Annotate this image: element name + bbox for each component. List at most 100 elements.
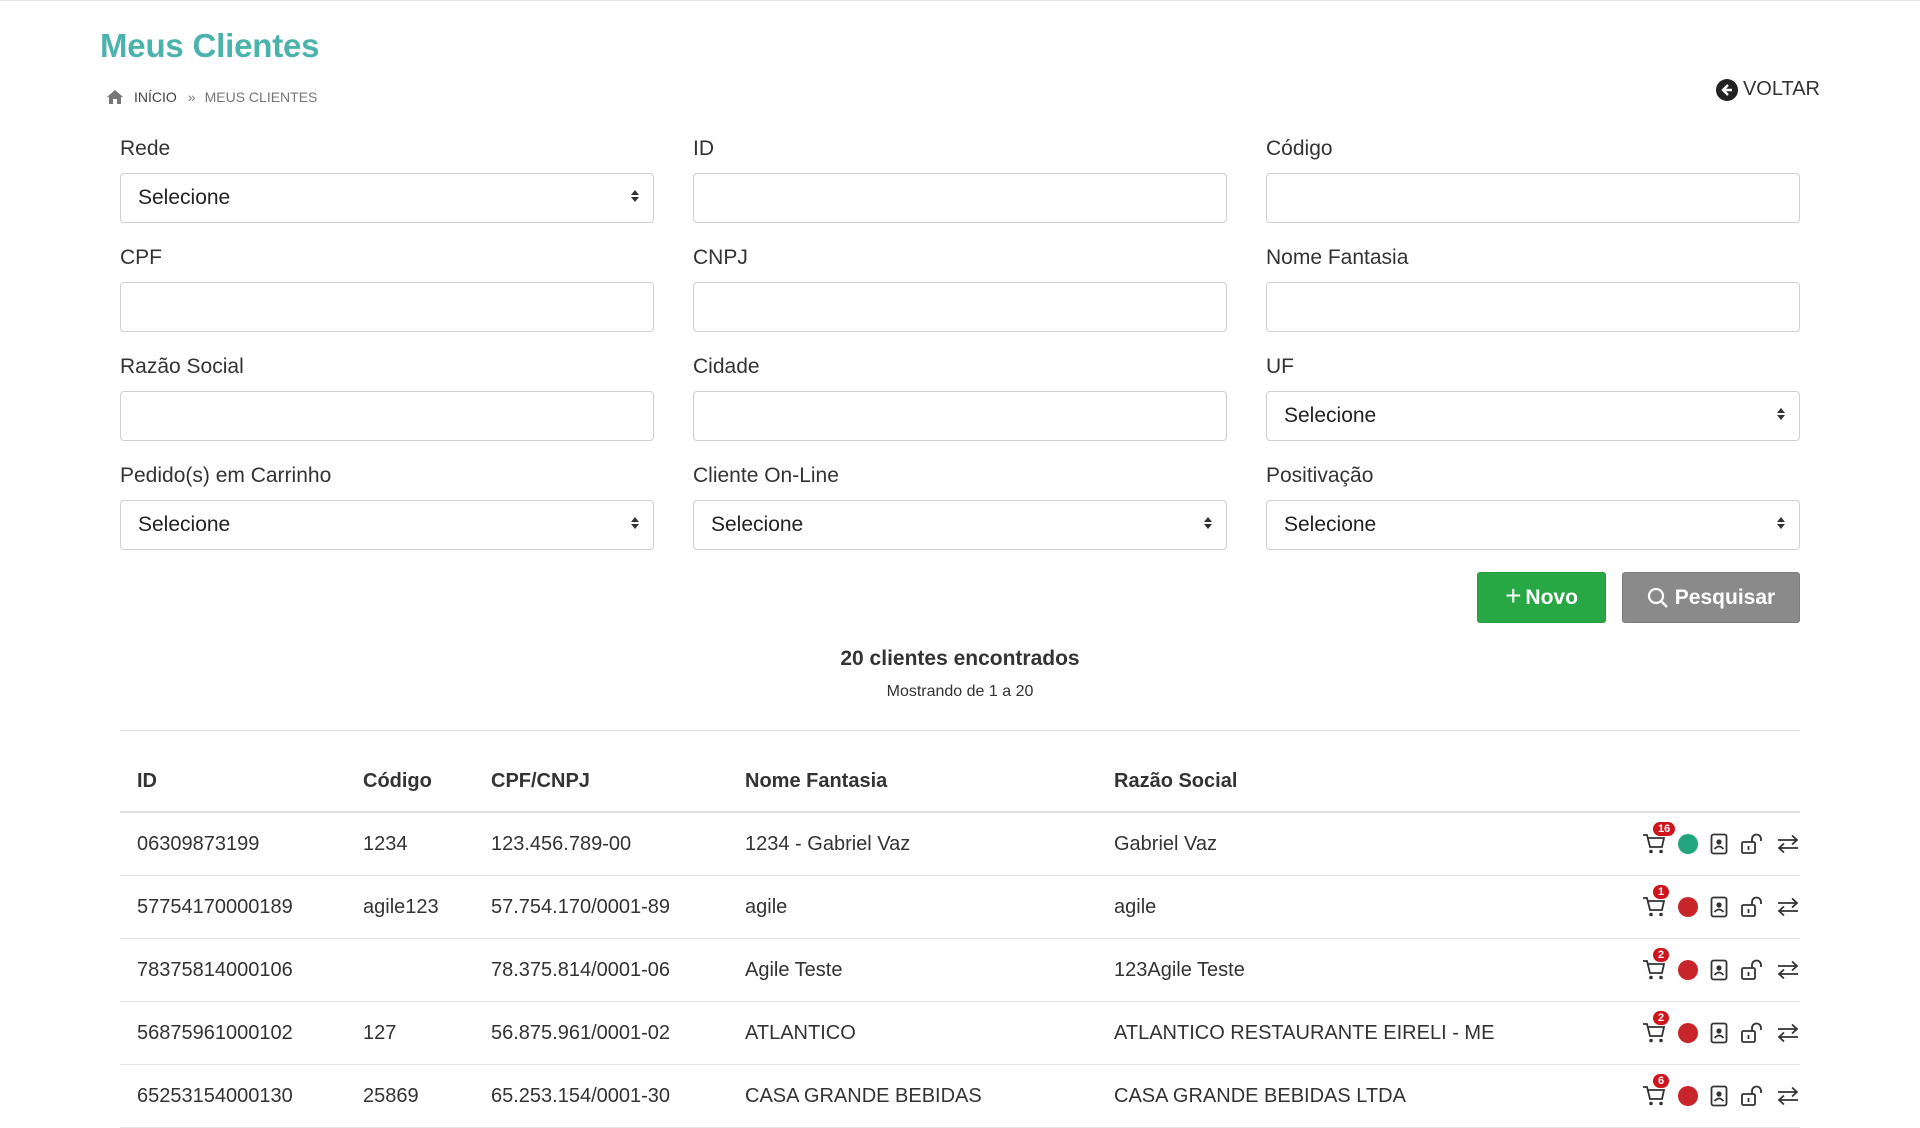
filter-cnpj: CNPJ (693, 247, 1227, 356)
row-actions: 2 (1570, 1011, 1800, 1044)
cpf-input[interactable] (120, 282, 654, 332)
filter-nome-fantasia: Nome Fantasia (1266, 247, 1800, 356)
unlock-icon[interactable] (1740, 959, 1764, 981)
pedidos-carrinho-select[interactable]: Selecione (120, 500, 654, 550)
cell-id: 78375814000106 (120, 938, 346, 1002)
unlock-icon[interactable] (1740, 896, 1764, 918)
cell-nome-fantasia: ATLANTICO (728, 1001, 1097, 1065)
online-status-dot (1678, 1023, 1698, 1043)
codigo-input[interactable] (1266, 173, 1800, 223)
cell-codigo: agile123 (346, 875, 474, 939)
cidade-label: Cidade (693, 355, 760, 378)
cliente-online-label: Cliente On-Line (693, 464, 839, 487)
cliente-online-select[interactable]: Selecione (693, 500, 1227, 550)
cart-count-badge: 1 (1653, 885, 1670, 899)
page-title: Meus Clientes (100, 27, 320, 64)
new-client-button[interactable]: + Novo (1477, 572, 1606, 623)
transfer-arrows-icon[interactable] (1776, 1023, 1800, 1043)
cell-id: 57754170000189 (120, 875, 346, 939)
uf-label: UF (1266, 355, 1294, 378)
rede-select[interactable]: Selecione (120, 173, 654, 223)
codigo-label: Código (1266, 137, 1333, 160)
unlock-icon[interactable] (1740, 1022, 1764, 1044)
cnpj-input[interactable] (693, 282, 1227, 332)
contact-card-icon[interactable] (1710, 1085, 1728, 1107)
contact-card-icon[interactable] (1710, 959, 1728, 981)
search-icon (1647, 587, 1668, 608)
cell-nome-fantasia: CASA GRANDE BEBIDAS (728, 1064, 1097, 1128)
uf-select[interactable]: Selecione (1266, 391, 1800, 441)
filter-positivacao: Positivação Selecione (1266, 465, 1800, 574)
column-header-id[interactable]: ID (120, 751, 346, 813)
cell-cpf-cnpj: 56.875.961/0001-02 (474, 1001, 728, 1065)
cart-icon[interactable]: 16 (1642, 822, 1676, 855)
cell-actions: 1 (1553, 875, 1800, 939)
table-row[interactable]: 78375814000106 78.375.814/0001-06 Agile … (120, 938, 1800, 1002)
cell-codigo: 127 (346, 1001, 474, 1065)
arrow-left-circle-icon (1715, 78, 1738, 101)
cart-count-badge: 2 (1653, 948, 1670, 962)
clients-table: ID Código CPF/CNPJ Nome Fantasia Razão S… (120, 751, 1800, 1128)
cart-icon[interactable]: 1 (1642, 885, 1670, 918)
cell-razao-social: Gabriel Vaz (1097, 812, 1553, 876)
cidade-input[interactable] (693, 391, 1227, 441)
filter-form: Rede Selecione ID Código CPF CNPJ Nome F… (120, 138, 1800, 574)
nome-fantasia-input[interactable] (1266, 282, 1800, 332)
select-arrows-icon (631, 190, 639, 202)
contact-card-icon[interactable] (1710, 1022, 1728, 1044)
column-header-actions (1553, 751, 1800, 813)
cart-icon[interactable]: 2 (1642, 948, 1670, 981)
filter-id: ID (693, 138, 1227, 247)
online-status-dot (1678, 1086, 1698, 1106)
select-arrows-icon (1777, 517, 1785, 529)
transfer-arrows-icon[interactable] (1776, 897, 1800, 917)
table-row[interactable]: 57754170000189 agile123 57.754.170/0001-… (120, 875, 1800, 939)
table-row[interactable]: 06309873199 1234 123.456.789-00 1234 - G… (120, 812, 1800, 876)
filter-cliente-online: Cliente On-Line Selecione (693, 465, 1227, 574)
cart-count-badge: 6 (1653, 1074, 1670, 1088)
cart-icon[interactable]: 2 (1642, 1011, 1670, 1044)
rede-select-value: Selecione (138, 186, 231, 209)
cart-count-badge: 2 (1653, 1011, 1670, 1025)
contact-card-icon[interactable] (1710, 896, 1728, 918)
table-row[interactable]: 65253154000130 25869 65.253.154/0001-30 … (120, 1064, 1800, 1128)
filter-pedidos-carrinho: Pedido(s) em Carrinho Selecione (120, 465, 654, 574)
breadcrumb-separator-icon: » (187, 89, 196, 105)
nome-fantasia-label: Nome Fantasia (1266, 246, 1409, 269)
id-input[interactable] (693, 173, 1227, 223)
transfer-arrows-icon[interactable] (1776, 960, 1800, 980)
new-button-label: Novo (1525, 585, 1578, 609)
back-label: VOLTAR (1742, 78, 1820, 100)
breadcrumb-home[interactable]: INÍCIO (134, 89, 177, 105)
positivacao-select[interactable]: Selecione (1266, 500, 1800, 550)
back-link[interactable]: VOLTAR (1715, 78, 1820, 101)
pedidos-carrinho-label: Pedido(s) em Carrinho (120, 464, 332, 487)
column-header-cpf-cnpj[interactable]: CPF/CNPJ (474, 751, 728, 813)
column-header-nome-fantasia[interactable]: Nome Fantasia (728, 751, 1097, 813)
cell-nome-fantasia: Agile Teste (728, 938, 1097, 1002)
transfer-arrows-icon[interactable] (1776, 834, 1800, 854)
column-header-razao-social[interactable]: Razão Social (1097, 751, 1553, 813)
results-range: Mostrando de 1 a 20 (886, 683, 1034, 700)
cell-id: 06309873199 (120, 812, 346, 876)
filter-razao-social: Razão Social (120, 356, 654, 465)
transfer-arrows-icon[interactable] (1776, 1086, 1800, 1106)
table-header-row: ID Código CPF/CNPJ Nome Fantasia Razão S… (120, 751, 1800, 813)
cell-cpf-cnpj: 65.253.154/0001-30 (474, 1064, 728, 1128)
online-status-dot (1678, 897, 1698, 917)
cell-razao-social: CASA GRANDE BEBIDAS LTDA (1097, 1064, 1553, 1128)
unlock-icon[interactable] (1740, 1085, 1764, 1107)
cell-actions: 16 (1553, 812, 1800, 876)
unlock-icon[interactable] (1740, 833, 1764, 855)
divider (120, 730, 1800, 731)
cart-icon[interactable]: 6 (1642, 1074, 1670, 1107)
razao-social-input[interactable] (120, 391, 654, 441)
search-button[interactable]: Pesquisar (1622, 572, 1800, 623)
contact-card-icon[interactable] (1710, 833, 1728, 855)
column-header-codigo[interactable]: Código (346, 751, 474, 813)
table-row[interactable]: 56875961000102 127 56.875.961/0001-02 AT… (120, 1001, 1800, 1065)
filter-cpf: CPF (120, 247, 654, 356)
online-status-dot (1678, 960, 1698, 980)
cell-razao-social: 123Agile Teste (1097, 938, 1553, 1002)
cart-count-badge: 16 (1653, 822, 1676, 836)
